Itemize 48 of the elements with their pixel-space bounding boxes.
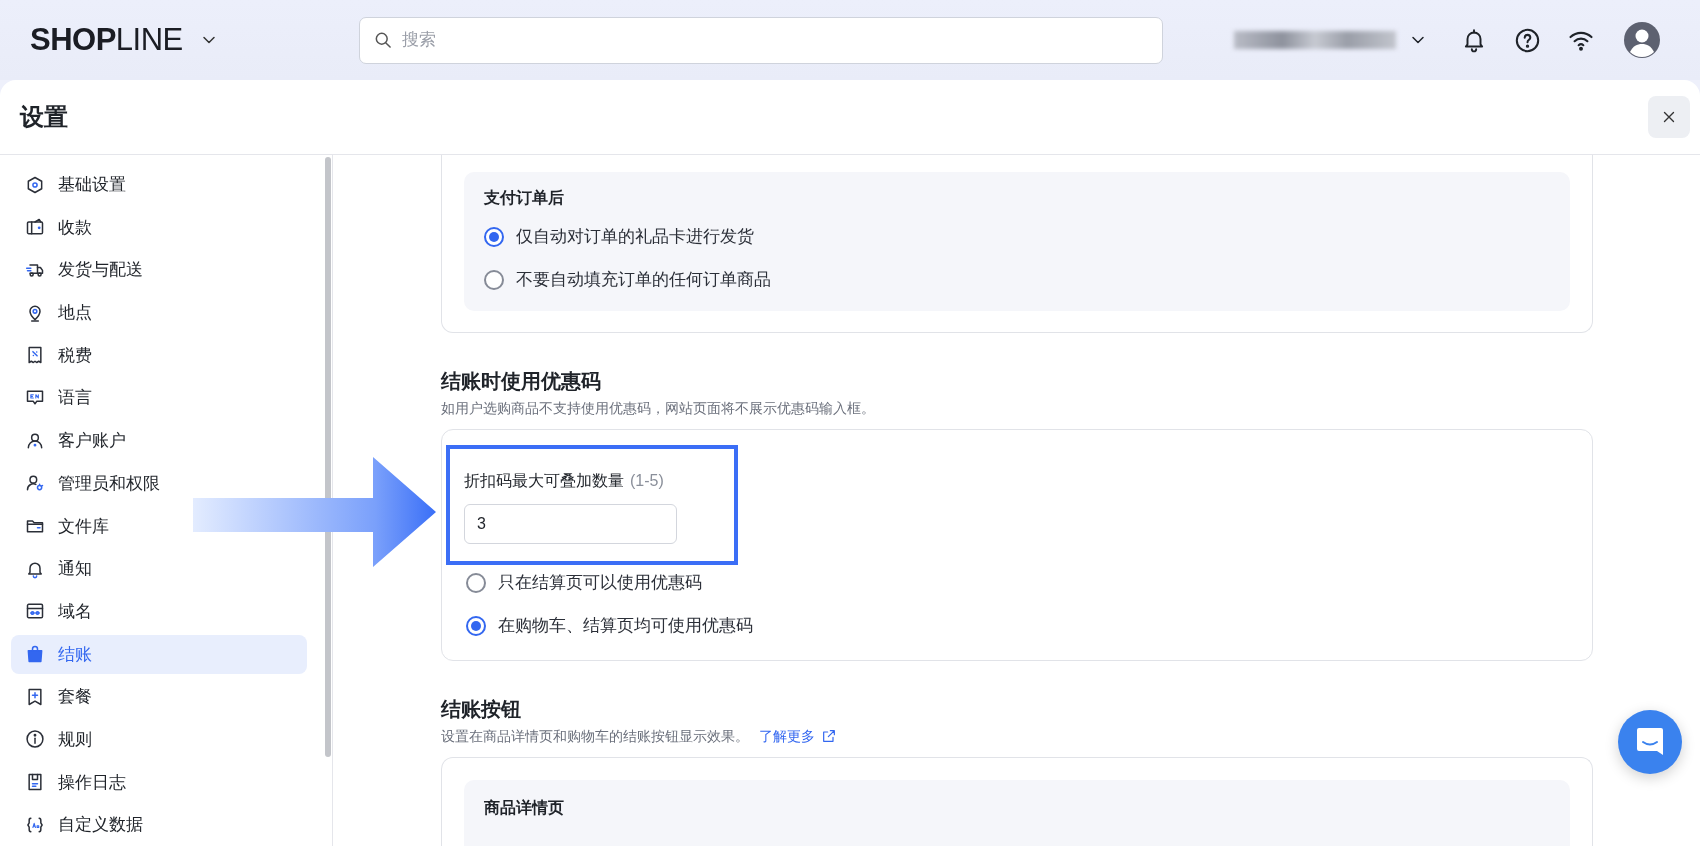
radio-button[interactable] bbox=[466, 615, 486, 636]
hexagon-icon bbox=[25, 174, 45, 195]
radio-button[interactable] bbox=[484, 269, 504, 290]
sidebar-item[interactable]: 域名 bbox=[11, 591, 100, 631]
sidebar-item[interactable]: 文件库 bbox=[11, 506, 117, 546]
sidebar-item[interactable]: 发货与配送 bbox=[11, 250, 151, 290]
scrollbar[interactable] bbox=[325, 157, 331, 757]
field-label: 折扣码最大可叠加数量 (1-5) bbox=[464, 471, 665, 491]
learn-more-link[interactable]: 了解更多 bbox=[759, 727, 837, 745]
sidebar-item[interactable]: 地点 bbox=[11, 293, 100, 333]
sidebar-item[interactable]: 规则 bbox=[11, 719, 100, 759]
bookmark-plus-icon bbox=[25, 686, 45, 707]
sidebar-item[interactable]: 语言 bbox=[11, 378, 100, 418]
group-title: 商品详情页 bbox=[484, 798, 565, 818]
sidebar-item[interactable]: 管理员和权限 bbox=[11, 463, 168, 503]
sidebar-item[interactable]: 税费 bbox=[11, 335, 100, 375]
section-description: 如用户选购商品不支持使用优惠码，网站页面将不展示优惠码输入框。 bbox=[441, 399, 876, 417]
sidebar-item[interactable]: 通知 bbox=[11, 549, 100, 589]
sidebar-item[interactable]: 客户账户 bbox=[11, 421, 134, 461]
sidebar-item[interactable]: 收款 bbox=[11, 207, 100, 247]
chat-icon bbox=[1636, 727, 1664, 757]
radio-button[interactable] bbox=[484, 226, 504, 247]
number-field[interactable]: 3 bbox=[464, 504, 677, 544]
sidebar-item[interactable]: 操作日志 bbox=[11, 762, 134, 802]
panel-title: 设置 bbox=[20, 102, 68, 132]
section-title: 结账时使用优惠码 bbox=[441, 369, 602, 394]
sidebar-item[interactable]: 结账 bbox=[11, 634, 307, 674]
radio-option[interactable]: 只在结算页可以使用优惠码 bbox=[464, 561, 1570, 604]
radio-button[interactable] bbox=[466, 572, 486, 593]
logo[interactable]: SHOPLINE bbox=[30, 22, 183, 58]
info-icon bbox=[25, 729, 45, 750]
help-icon[interactable] bbox=[1513, 26, 1541, 54]
section-title: 结账按钮 bbox=[441, 697, 522, 722]
search-field[interactable]: 搜索 bbox=[358, 16, 1163, 64]
section-description: 设置在商品详情页和购物车的结账按钮显示效果。 bbox=[441, 728, 749, 744]
radio-option[interactable]: 在购物车、结算页均可使用优惠码 bbox=[464, 604, 1570, 647]
avatar-icon[interactable] bbox=[1622, 21, 1661, 59]
radio-option[interactable]: 仅自动对订单的礼品卡进行发货 bbox=[484, 215, 1550, 258]
sidebar-item[interactable]: 自定义数据 bbox=[11, 805, 151, 845]
receipt-icon bbox=[25, 345, 45, 366]
sidebar-item[interactable]: 套餐 bbox=[11, 677, 100, 717]
group-title: 支付订单后 bbox=[484, 188, 565, 208]
radio-option[interactable]: 不要自动填充订单的任何订单商品 bbox=[484, 258, 1550, 301]
external-link-icon bbox=[821, 728, 837, 744]
shopping-bag-icon bbox=[25, 644, 45, 665]
document-icon bbox=[25, 772, 45, 793]
sidebar-item[interactable]: 基础设置 bbox=[11, 165, 134, 204]
close-button[interactable] bbox=[1648, 96, 1690, 138]
